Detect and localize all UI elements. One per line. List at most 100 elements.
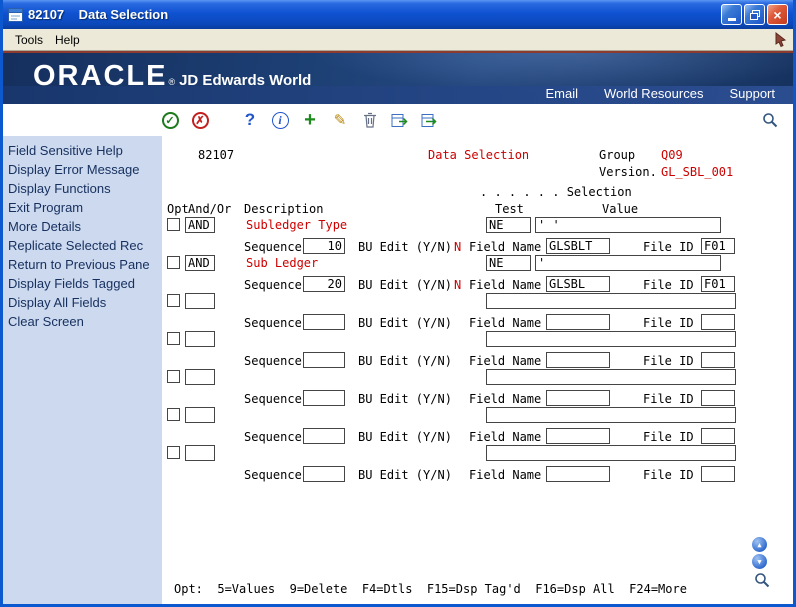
row-description: Sub Ledger — [246, 256, 319, 270]
field-name-field[interactable] — [546, 466, 610, 482]
sequence-field[interactable] — [303, 314, 345, 330]
close-button[interactable]: × — [767, 4, 788, 25]
opt-checkbox[interactable] — [167, 370, 180, 383]
field-name-field[interactable] — [546, 314, 610, 330]
file-id-field[interactable] — [701, 314, 735, 330]
sidebar-item-exit-program[interactable]: Exit Program — [3, 198, 162, 217]
help-icon[interactable]: ? — [239, 109, 261, 131]
minimize-button[interactable] — [721, 4, 742, 25]
andor-field[interactable] — [185, 445, 215, 461]
test-field[interactable]: NE — [486, 255, 531, 271]
value-field[interactable] — [486, 293, 736, 309]
sequence-field[interactable] — [303, 390, 345, 406]
restore-icon — [749, 9, 760, 20]
group-value: Q09 — [661, 148, 683, 162]
field-name-label: Field Name — [469, 240, 542, 254]
field-name-label: Field Name — [469, 278, 542, 292]
info-icon[interactable]: i — [269, 109, 291, 131]
sequence-field[interactable] — [303, 466, 345, 482]
value-field[interactable] — [486, 407, 736, 423]
andor-field[interactable] — [185, 369, 215, 385]
andor-field[interactable] — [185, 331, 215, 347]
andor-field[interactable]: AND — [185, 255, 215, 271]
file-id-field[interactable] — [701, 466, 735, 482]
sidebar-item-field-sensitive-help[interactable]: Field Sensitive Help — [3, 141, 162, 160]
search-icon[interactable] — [759, 109, 781, 131]
sidebar-item-display-fields-tagged[interactable]: Display Fields Tagged — [3, 274, 162, 293]
export-icon[interactable] — [419, 109, 441, 131]
file-id-field[interactable] — [701, 390, 735, 406]
opt-checkbox[interactable] — [167, 446, 180, 459]
file-id-label: File ID — [643, 278, 694, 292]
field-name-field[interactable] — [546, 428, 610, 444]
sidebar-item-display-all-fields[interactable]: Display All Fields — [3, 293, 162, 312]
scroll-down-icon[interactable]: ▼ — [752, 554, 767, 569]
test-field[interactable]: NE — [486, 217, 531, 233]
field-help-cursor-icon[interactable] — [774, 31, 787, 48]
value-field[interactable]: ' — [535, 255, 721, 271]
menu-help[interactable]: Help — [49, 32, 86, 48]
screen-panel: 82107 Data Selection Group Q09 Version. … — [162, 136, 793, 604]
add-icon[interactable]: + — [299, 109, 321, 131]
column-header-andor: And/Or — [188, 202, 232, 216]
restore-button[interactable] — [744, 4, 765, 25]
screen-title: Data Selection — [428, 148, 530, 162]
window-title: 82107 Data Selection — [28, 7, 169, 22]
file-id-label: File ID — [643, 430, 694, 444]
sidebar-item-clear-screen[interactable]: Clear Screen — [3, 312, 162, 331]
bu-edit-label: BU Edit (Y/N) — [358, 430, 452, 444]
opt-checkbox[interactable] — [167, 408, 180, 421]
bu-edit-value: N — [454, 240, 462, 254]
bu-edit-label: BU Edit (Y/N) — [358, 278, 452, 292]
sidebar-item-replicate-selected-record[interactable]: Replicate Selected Rec — [3, 236, 162, 255]
andor-field[interactable]: AND — [185, 217, 215, 233]
field-name-field[interactable]: GLSBL — [546, 276, 610, 292]
sidebar-item-display-error-message[interactable]: Display Error Message — [3, 160, 162, 179]
sequence-field[interactable] — [303, 428, 345, 444]
opt-checkbox[interactable] — [167, 218, 180, 231]
value-field[interactable] — [486, 445, 736, 461]
field-name-field[interactable] — [546, 390, 610, 406]
file-id-field[interactable]: F01 — [701, 276, 735, 292]
opt-checkbox[interactable] — [167, 256, 180, 269]
opt-checkbox[interactable] — [167, 332, 180, 345]
field-name-label: Field Name — [469, 316, 542, 330]
search-bottom-icon[interactable] — [754, 572, 770, 591]
file-id-field[interactable] — [701, 352, 735, 368]
sidebar: Field Sensitive Help Display Error Messa… — [3, 136, 162, 604]
sequence-field[interactable]: 10 — [303, 238, 345, 254]
bu-edit-label: BU Edit (Y/N) — [358, 392, 452, 406]
selection-row: Sequence BU Edit (Y/N) Field Name File I… — [162, 445, 793, 483]
sidebar-item-more-details[interactable]: More Details — [3, 217, 162, 236]
sequence-label: Sequence — [244, 354, 302, 368]
sequence-field[interactable]: 20 — [303, 276, 345, 292]
file-id-label: File ID — [643, 316, 694, 330]
field-name-field[interactable] — [546, 352, 610, 368]
link-world-resources[interactable]: World Resources — [604, 86, 703, 101]
cancel-icon[interactable]: ✗ — [189, 109, 211, 131]
sequence-field[interactable] — [303, 352, 345, 368]
column-header-description: Description — [244, 202, 324, 216]
scroll-up-icon[interactable]: ▲ — [752, 537, 767, 552]
file-id-field[interactable]: F01 — [701, 238, 735, 254]
menu-tools[interactable]: Tools — [9, 32, 49, 48]
sequence-label: Sequence — [244, 430, 302, 444]
edit-icon[interactable]: ✎ — [329, 109, 351, 131]
close-icon: × — [773, 6, 782, 23]
sidebar-item-return-to-previous-panel[interactable]: Return to Previous Pane — [3, 255, 162, 274]
opt-checkbox[interactable] — [167, 294, 180, 307]
selection-row: AND Sub Ledger NE ' Sequence 20 BU Edit … — [162, 255, 793, 293]
andor-field[interactable] — [185, 293, 215, 309]
value-field[interactable] — [486, 331, 736, 347]
value-field[interactable] — [486, 369, 736, 385]
field-name-field[interactable]: GLSBLT — [546, 238, 610, 254]
sidebar-item-display-functions[interactable]: Display Functions — [3, 179, 162, 198]
link-email[interactable]: Email — [545, 86, 578, 101]
value-field[interactable]: ' ' — [535, 217, 721, 233]
file-id-field[interactable] — [701, 428, 735, 444]
ok-icon[interactable]: ✓ — [159, 109, 181, 131]
link-support[interactable]: Support — [729, 86, 775, 101]
delete-icon[interactable] — [359, 109, 381, 131]
import-icon[interactable] — [389, 109, 411, 131]
andor-field[interactable] — [185, 407, 215, 423]
